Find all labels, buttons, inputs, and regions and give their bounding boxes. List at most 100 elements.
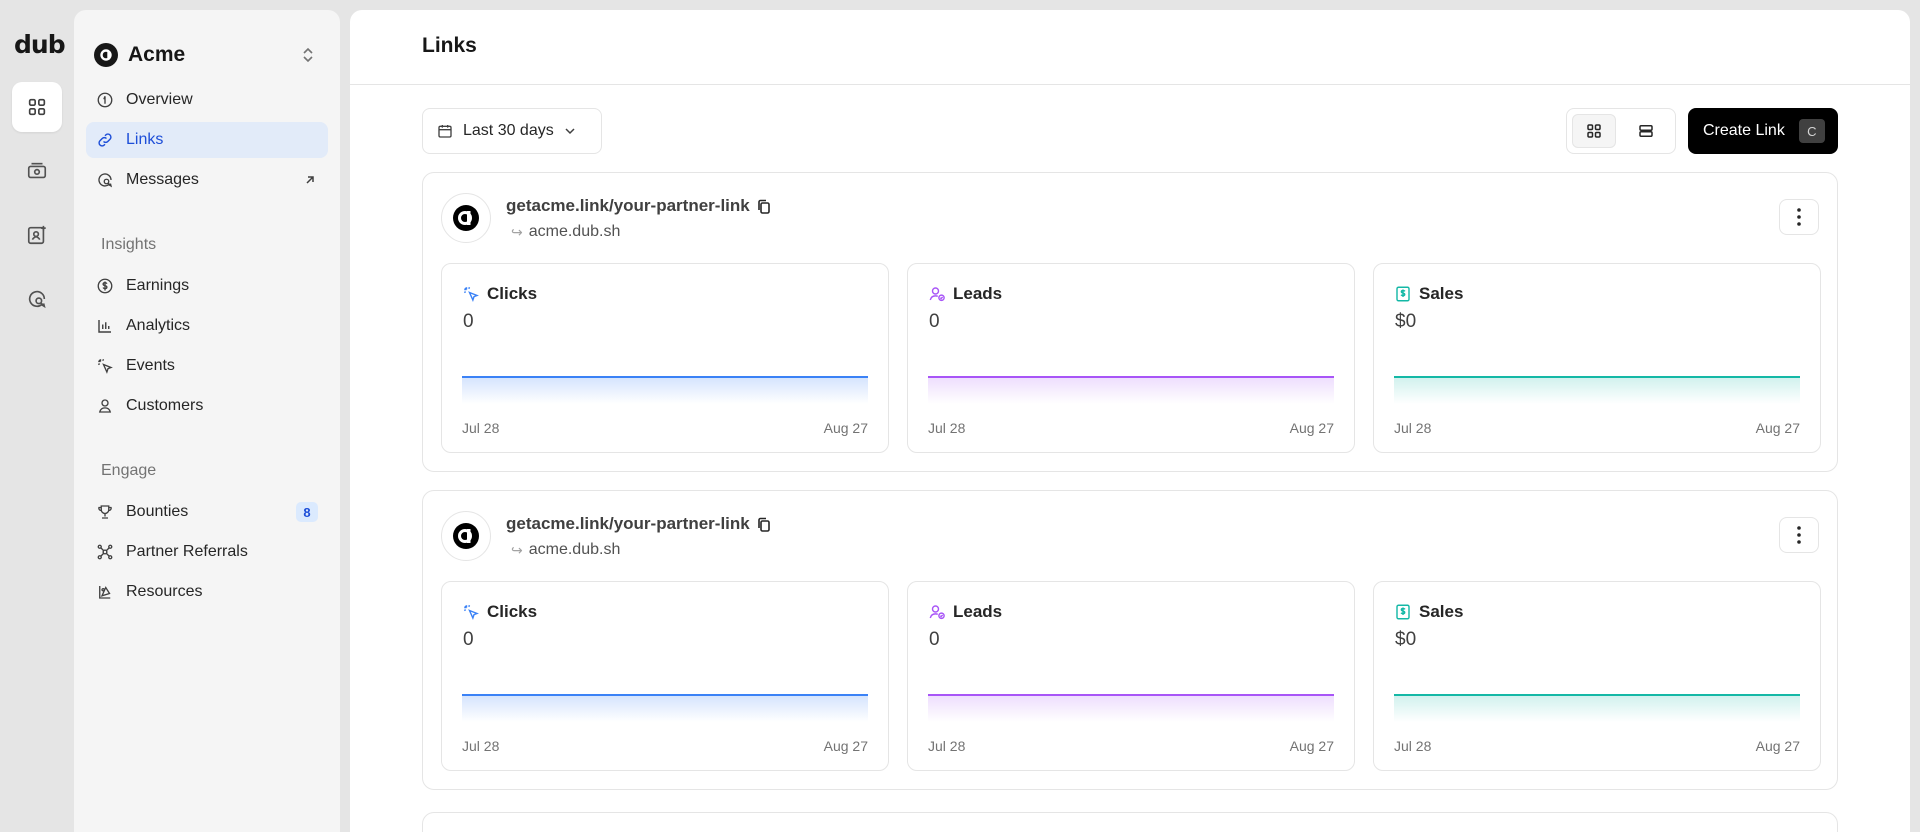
stat-sales-end-date: Aug 27: [1755, 738, 1800, 754]
user-check-icon: [929, 605, 945, 620]
stat-clicks-end-date: Aug 27: [823, 420, 868, 436]
list-view-button[interactable]: [1624, 114, 1668, 148]
dub-logo[interactable]: dub: [14, 30, 66, 59]
stat-leads[interactable]: Leads 0 Jul 28 Aug 27: [907, 581, 1355, 771]
nav-events-label: Events: [126, 357, 175, 374]
stat-leads-end-date: Aug 27: [1289, 420, 1334, 436]
acme-logo-icon: [453, 523, 479, 549]
grid-icon: [28, 98, 46, 116]
copy-icon[interactable]: [756, 516, 772, 534]
nav-bounties[interactable]: Bounties 8: [86, 494, 328, 530]
short-link-url[interactable]: getacme.link/your-partner-link: [506, 514, 750, 534]
stat-sales-value: $0: [1395, 629, 1417, 650]
nav-customers[interactable]: Customers: [86, 388, 328, 424]
more-options-button[interactable]: [1779, 199, 1819, 235]
nav-resources[interactable]: Resources: [86, 574, 328, 610]
destination-url[interactable]: ↪ acme.dub.sh: [511, 223, 620, 241]
nav-events[interactable]: Events: [86, 348, 328, 384]
grid-view-button[interactable]: [1572, 114, 1616, 148]
stat-sales-value: $0: [1395, 311, 1417, 332]
link-avatar: [441, 511, 491, 561]
stat-leads-value: 0: [929, 629, 940, 650]
date-range-button[interactable]: Last 30 days: [422, 108, 602, 154]
stat-clicks-start-date: Jul 28: [462, 738, 500, 754]
sales-sparkline: [1394, 376, 1800, 404]
create-link-button[interactable]: Create Link C: [1688, 108, 1838, 154]
nav-links-label: Links: [126, 131, 164, 148]
arrow-up-right-icon: [306, 176, 314, 184]
view-toggle: [1566, 108, 1676, 154]
money-icon: [27, 162, 47, 179]
redirect-arrow-icon: ↪: [511, 541, 523, 558]
page-title: Links: [422, 34, 477, 57]
create-link-shortcut: C: [1798, 119, 1825, 143]
bar-chart-icon: [98, 320, 111, 333]
nav-messages-label: Messages: [126, 171, 199, 188]
link-card-partial[interactable]: [422, 812, 1838, 832]
date-range-label: Last 30 days: [463, 122, 554, 139]
header-divider: [350, 84, 1910, 85]
link-card[interactable]: getacme.link/your-partner-link ↪ acme.du…: [422, 172, 1838, 472]
more-options-button[interactable]: [1779, 517, 1819, 553]
rail-profile-button[interactable]: [12, 210, 62, 260]
chevron-up-down-icon: [303, 47, 313, 63]
stat-leads[interactable]: Leads 0 Jul 28 Aug 27: [907, 263, 1355, 453]
nav-analytics-label: Analytics: [126, 317, 191, 334]
stat-sales[interactable]: Sales $0 Jul 28 Aug 27: [1373, 263, 1821, 453]
section-insights-title: Insights: [101, 236, 157, 253]
clicks-sparkline: [462, 694, 868, 722]
bounties-count-badge: 8: [296, 502, 318, 522]
dots-vertical-icon: [1797, 526, 1801, 544]
nav-analytics[interactable]: Analytics: [86, 308, 328, 344]
compass-icon: [97, 92, 113, 108]
calendar-icon: [438, 125, 452, 138]
stat-clicks-label: Clicks: [487, 602, 538, 621]
user-icon: [98, 399, 112, 413]
stat-leads-end-date: Aug 27: [1289, 738, 1334, 754]
create-link-label: Create Link: [1703, 122, 1785, 139]
stat-clicks-value: 0: [463, 311, 474, 332]
nav-messages[interactable]: Messages: [86, 162, 328, 198]
leads-sparkline: [928, 376, 1334, 404]
stat-leads-start-date: Jul 28: [928, 420, 966, 436]
nav-partner-referrals-label: Partner Referrals: [126, 543, 248, 560]
rail-dashboard-button[interactable]: [12, 82, 62, 132]
stat-sales-label: Sales: [1419, 284, 1464, 303]
stat-sales-start-date: Jul 28: [1394, 420, 1432, 436]
chat-search-icon: [98, 173, 113, 188]
acme-logo-icon: [453, 205, 479, 231]
redirect-arrow-icon: ↪: [511, 223, 523, 240]
trophy-icon: [98, 505, 112, 519]
short-link-url[interactable]: getacme.link/your-partner-link: [506, 196, 750, 216]
nav-links[interactable]: Links: [86, 122, 328, 158]
stat-clicks-label: Clicks: [487, 284, 538, 303]
stat-clicks-header: Clicks: [462, 284, 537, 304]
rail-messages-button[interactable]: [12, 274, 62, 324]
chevron-down-icon: [565, 128, 575, 135]
stat-leads-header: Leads: [928, 284, 1002, 304]
sidebar: Acme Overview Links Messages Insights Ea…: [74, 10, 340, 832]
workspace-switcher[interactable]: Acme: [94, 34, 320, 76]
stat-sales[interactable]: Sales $0 Jul 28 Aug 27: [1373, 581, 1821, 771]
icon-rail: dub: [0, 0, 74, 832]
stat-leads-label: Leads: [953, 602, 1003, 621]
nav-earnings[interactable]: Earnings: [86, 268, 328, 304]
destination-label: acme.dub.sh: [528, 541, 621, 558]
user-plus-icon: [27, 225, 46, 245]
nav-partner-referrals[interactable]: Partner Referrals: [86, 534, 328, 570]
dots-vertical-icon: [1797, 208, 1801, 226]
clicks-sparkline: [462, 376, 868, 404]
leads-sparkline: [928, 694, 1334, 722]
rail-payouts-button[interactable]: [12, 146, 62, 196]
nav-overview-label: Overview: [126, 91, 193, 108]
nav-resources-label: Resources: [126, 583, 203, 600]
section-engage-title: Engage: [101, 462, 157, 479]
stat-clicks-value: 0: [463, 629, 474, 650]
user-check-icon: [929, 287, 945, 302]
nav-overview[interactable]: Overview: [86, 82, 328, 118]
link-card[interactable]: getacme.link/your-partner-link ↪ acme.du…: [422, 490, 1838, 790]
copy-icon[interactable]: [756, 198, 772, 216]
stat-clicks[interactable]: Clicks 0 Jul 28 Aug 27: [441, 581, 889, 771]
destination-url[interactable]: ↪ acme.dub.sh: [511, 541, 620, 559]
stat-clicks[interactable]: Clicks 0 Jul 28 Aug 27: [441, 263, 889, 453]
